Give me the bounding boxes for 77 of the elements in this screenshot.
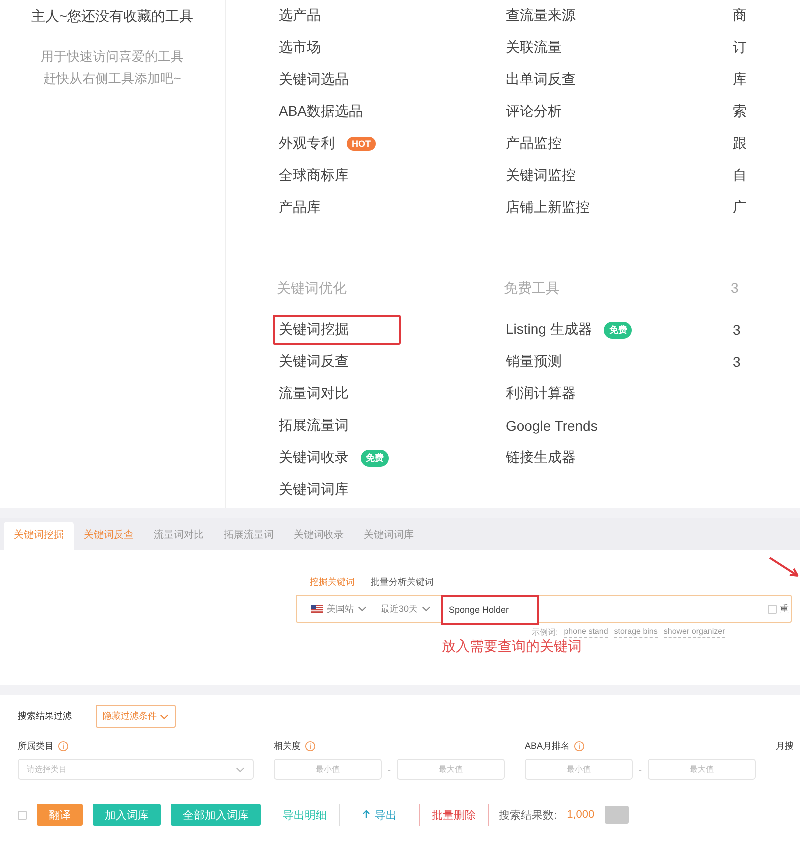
menu-item[interactable]: 广	[727, 195, 753, 221]
menu-item[interactable]: 利润计算器	[500, 381, 582, 407]
menu-item[interactable]: 产品监控	[500, 131, 568, 157]
menu-item[interactable]: 索	[727, 99, 753, 125]
upload-icon	[362, 810, 371, 820]
menu-item[interactable]: 查流量来源	[500, 3, 582, 29]
min-input[interactable]: 最小值	[274, 759, 382, 780]
max-input[interactable]: 最大值	[397, 759, 505, 780]
menu-item[interactable]: 关键词选品	[273, 67, 355, 93]
menu-item[interactable]: 评论分析	[500, 99, 568, 125]
range-separator: -	[639, 764, 642, 774]
chevron-down-icon	[422, 606, 432, 612]
menu-item[interactable]: 3	[727, 318, 747, 342]
menu-item[interactable]: 关键词监控	[500, 163, 582, 189]
result-count: 1,000	[567, 809, 595, 821]
toolbar-button[interactable]: 批量删除	[419, 804, 489, 826]
result-label: 搜索结果数:	[499, 808, 558, 822]
flag-icon	[311, 605, 323, 613]
menu-item[interactable]: 跟	[727, 131, 753, 157]
menu-item[interactable]: 商	[727, 3, 753, 29]
favorites-hint: 赶快从右侧工具添加吧~	[42, 70, 182, 88]
checkbox-label: 重	[780, 602, 790, 616]
menu-item[interactable]: 流量词对比	[273, 381, 355, 407]
max-input[interactable]: 最大值	[648, 759, 756, 780]
filter-label: 月搜	[776, 740, 794, 753]
select-all-checkbox[interactable]	[18, 810, 27, 820]
menu-item[interactable]: 自	[727, 163, 753, 189]
annotation-note: 放入需要查询的关键词	[442, 638, 582, 656]
favorites-title: 主人~您还没有收藏的工具	[31, 8, 194, 26]
menu-item[interactable]: 关键词反查	[273, 349, 355, 375]
menu-item[interactable]: 链接生成器	[500, 445, 582, 471]
search-mode-tab[interactable]: 批量分析关键词	[371, 576, 434, 589]
chevron-down-icon	[358, 606, 367, 612]
menu-item[interactable]: 出单词反查	[500, 67, 582, 93]
menu-item[interactable]: 关联流量	[500, 35, 568, 61]
tag-badge: HOT	[347, 137, 376, 151]
menu-item[interactable]: 关键词收录	[273, 445, 355, 471]
min-input[interactable]: 最小值	[525, 759, 633, 780]
info-icon	[58, 741, 69, 752]
menu-item[interactable]: 关键词词库	[273, 477, 355, 503]
keyword-input[interactable]: Sponge Holder	[441, 595, 540, 625]
menu-item[interactable]: 外观专利	[273, 131, 341, 157]
filter-label: 所属类目	[18, 740, 54, 753]
chevron-down-icon	[160, 714, 169, 720]
menu-item[interactable]: 产品库	[273, 195, 327, 221]
menu-item[interactable]: ABA数据选品	[273, 99, 370, 125]
info-icon	[574, 741, 586, 752]
menu-item[interactable]: Listing 生成器	[500, 317, 598, 343]
section-header: 3	[731, 280, 739, 296]
section-header: 关键词优化	[277, 280, 347, 296]
annotation-arrow	[768, 556, 800, 580]
menu-item[interactable]: 全球商标库	[273, 163, 355, 189]
toolbar-button[interactable]	[604, 806, 629, 824]
tag-badge: 免费	[604, 322, 632, 338]
menu-item[interactable]: 库	[727, 67, 753, 93]
menu-item[interactable]: 店铺上新监控	[500, 195, 596, 221]
menu-item[interactable]: 关键词挖掘	[273, 315, 401, 345]
menu-item[interactable]: 销量预测	[500, 349, 568, 375]
menu-item[interactable]: 3	[727, 350, 747, 374]
filter-label: ABA月排名	[525, 740, 570, 753]
examples-label: 示例词:	[532, 627, 558, 638]
chevron-down-icon	[236, 766, 245, 772]
favorites-hint: 用于快速访问喜爱的工具	[41, 48, 184, 66]
filter-title: 搜索结果过滤	[18, 710, 72, 723]
menu-item[interactable]: 订	[727, 35, 753, 61]
site-select[interactable]: 美国站	[307, 602, 371, 616]
range-separator: -	[388, 764, 391, 774]
menu-item[interactable]: Google Trends	[500, 414, 604, 438]
filter-label: 相关度	[274, 740, 301, 753]
menu-item[interactable]: 选市场	[273, 35, 327, 61]
info-icon	[305, 741, 316, 752]
period-select[interactable]: 最近30天	[377, 602, 436, 616]
menu-item[interactable]: 选产品	[273, 3, 327, 29]
section-header: 免费工具	[504, 280, 560, 296]
menu-item[interactable]: 拓展流量词	[273, 413, 355, 439]
tag-badge: 免费	[361, 450, 389, 466]
checkbox[interactable]	[768, 604, 777, 614]
